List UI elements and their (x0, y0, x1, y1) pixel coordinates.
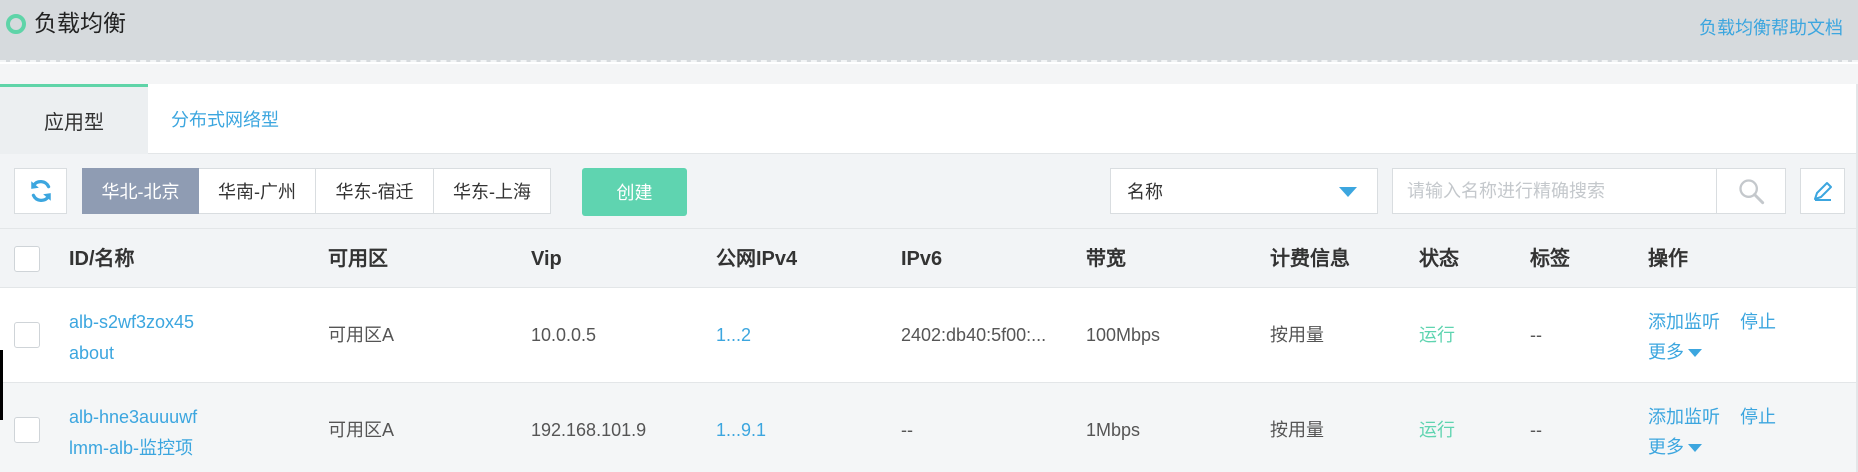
lb-name-link[interactable]: about (69, 341, 114, 365)
add-listener-link[interactable]: 添加监听 (1648, 405, 1720, 429)
public-ipv4-link[interactable]: 1...2 (716, 325, 751, 345)
create-button[interactable]: 创建 (582, 168, 687, 216)
more-label: 更多 (1648, 342, 1684, 362)
help-doc-link[interactable]: 负载均衡帮助文档 (1699, 14, 1843, 40)
col-vip: Vip (531, 248, 562, 270)
ipv6-cell: 2402:db40:5f00:... (901, 325, 1047, 345)
title-ring-icon (6, 14, 26, 34)
billing-cell: 按用量 (1270, 325, 1324, 345)
edit-icon (1813, 182, 1832, 201)
tags-cell: -- (1530, 325, 1542, 345)
col-tags: 标签 (1530, 248, 1570, 270)
col-billing: 计费信息 (1270, 248, 1350, 270)
public-ipv4-cell: 1...9.1 (716, 383, 856, 472)
col-status: 状态 (1419, 248, 1459, 270)
select-all-checkbox[interactable] (14, 246, 40, 272)
tags-cell: -- (1530, 420, 1542, 440)
col-actions: 操作 (1648, 248, 1688, 270)
public-ipv4-cell: 1...2 (716, 288, 856, 383)
region-selector: 华北-北京 华南-广州 华东-宿迁 华东-上海 (82, 168, 551, 214)
ipv6-cell: -- (901, 420, 913, 440)
zone-cell: 可用区A (328, 420, 395, 440)
billing-cell: 按用量 (1270, 420, 1324, 440)
row-checkbox[interactable] (14, 417, 40, 443)
filter-selected-value: 名称 (1127, 182, 1163, 202)
scroll-marker (0, 350, 3, 420)
more-dropdown[interactable]: 更多 (1648, 435, 1702, 459)
row-checkbox[interactable] (14, 322, 40, 348)
bandwidth-cell: 100Mbps (1086, 325, 1161, 345)
status-badge: 运行 (1419, 420, 1455, 440)
status-badge: 运行 (1419, 325, 1455, 345)
more-dropdown[interactable]: 更多 (1648, 340, 1702, 364)
public-ipv4-link[interactable]: 1...9.1 (716, 420, 766, 440)
edit-columns-button[interactable] (1800, 168, 1845, 214)
region-huabei-beijing[interactable]: 华北-北京 (82, 168, 199, 214)
product-tabs: 应用型 分布式网络型 (0, 84, 1858, 154)
tab-distributed-network[interactable]: 分布式网络型 (148, 84, 302, 154)
chevron-down-icon (1688, 444, 1702, 453)
bandwidth-cell: 1Mbps (1086, 420, 1141, 440)
vip-cell: 10.0.0.5 (531, 325, 597, 345)
toolbar: 华北-北京 华南-广州 华东-宿迁 华东-上海 创建 名称 (0, 154, 1856, 228)
tab-application[interactable]: 应用型 (0, 84, 148, 154)
more-label: 更多 (1648, 437, 1684, 457)
refresh-icon (30, 180, 51, 202)
table-row: alb-s2wf3zox45 about 可用区A 10.0.0.5 1...2… (0, 288, 1856, 383)
lb-name-link[interactable]: lmm-alb-监控项 (69, 436, 193, 460)
table-header: ID/名称 可用区 Vip 公网IPv4 IPv6 带宽 计费信息 状态 标签 … (0, 228, 1856, 288)
col-public-ipv4: 公网IPv4 (716, 248, 798, 270)
filter-field-select[interactable]: 名称 (1110, 168, 1378, 214)
lb-id-link[interactable]: alb-s2wf3zox45 (69, 310, 194, 334)
chevron-down-icon (1339, 187, 1357, 197)
col-ipv6: IPv6 (901, 248, 943, 270)
chevron-down-icon (1688, 349, 1702, 358)
search-button[interactable] (1716, 168, 1786, 214)
region-huadong-shanghai[interactable]: 华东-上海 (434, 168, 551, 214)
page-header: 负载均衡 负载均衡帮助文档 (0, 0, 1858, 62)
lb-id-link[interactable]: alb-hne3auuuwf (69, 405, 197, 429)
region-huanan-guangzhou[interactable]: 华南-广州 (199, 168, 316, 214)
add-listener-link[interactable]: 添加监听 (1648, 310, 1720, 334)
vip-cell: 192.168.101.9 (531, 420, 647, 440)
region-huadong-suqian[interactable]: 华东-宿迁 (316, 168, 434, 214)
col-zone: 可用区 (328, 248, 388, 270)
page-title: 负载均衡 (34, 10, 126, 36)
zone-cell: 可用区A (328, 325, 395, 345)
stop-link[interactable]: 停止 (1740, 310, 1776, 334)
header-gap (0, 64, 1858, 84)
table-row: alb-hne3auuuwf lmm-alb-监控项 可用区A 192.168.… (0, 383, 1856, 472)
refresh-button[interactable] (14, 168, 67, 214)
col-id-name: ID/名称 (69, 248, 135, 270)
search-icon (1739, 179, 1765, 205)
col-bandwidth: 带宽 (1086, 248, 1126, 270)
search-input[interactable] (1392, 168, 1716, 214)
stop-link[interactable]: 停止 (1740, 405, 1776, 429)
